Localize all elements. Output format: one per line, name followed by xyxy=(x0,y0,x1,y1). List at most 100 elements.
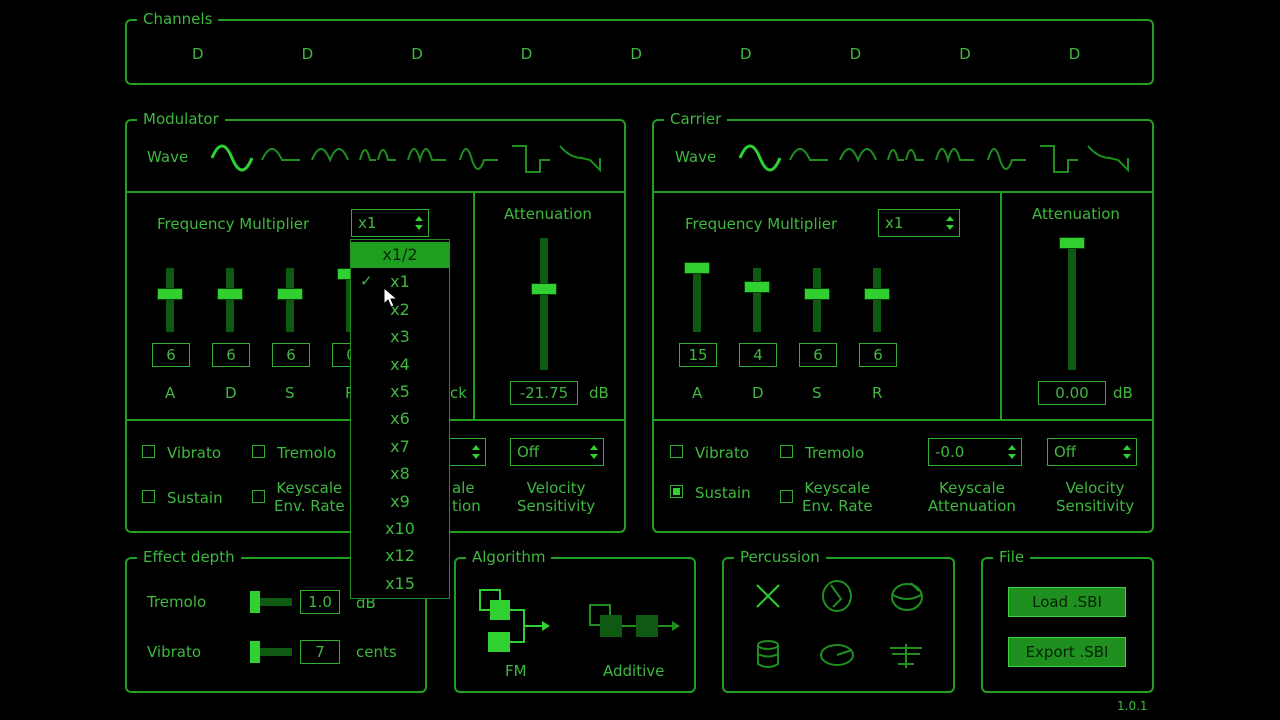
dropdown-option[interactable]: x7 xyxy=(351,434,449,460)
carrier-adsr-value[interactable]: 6 xyxy=(859,343,897,367)
channel-item[interactable]: D xyxy=(959,45,971,63)
carrier-adsr-label: S xyxy=(812,384,822,402)
modulator-adsr-track[interactable] xyxy=(226,268,234,332)
carrier-adsr-track[interactable] xyxy=(753,268,761,332)
mod-atten-unit: dB xyxy=(589,384,609,402)
percussion-off-icon[interactable] xyxy=(753,581,783,611)
car-atten-value[interactable]: 0.00 xyxy=(1038,381,1106,405)
dropdown-option[interactable]: x3 xyxy=(351,324,449,350)
car-wave-icons[interactable] xyxy=(738,138,1138,178)
channel-item[interactable]: D xyxy=(521,45,533,63)
updown-arrows-icon xyxy=(415,216,423,230)
square-wave-icon xyxy=(1040,145,1078,173)
carrier-adsr-slider-thumb[interactable] xyxy=(744,281,770,294)
car-keyscale-rate-checkbox[interactable] xyxy=(780,490,793,503)
load-sbi-button[interactable]: Load .SBI xyxy=(1008,587,1126,617)
mod-velocity-select[interactable]: Off xyxy=(510,438,604,466)
dropdown-option[interactable]: x12 xyxy=(351,543,449,569)
carrier-adsr-track[interactable] xyxy=(693,268,701,332)
carrier-adsr-value[interactable]: 6 xyxy=(799,343,837,367)
export-sbi-button[interactable]: Export .SBI xyxy=(1008,637,1126,667)
carrier-adsr-value[interactable]: 15 xyxy=(679,343,717,367)
dropdown-option[interactable]: x10 xyxy=(351,516,449,542)
effect-vibrato-value[interactable]: 7 xyxy=(300,640,340,664)
dropdown-option[interactable]: x1/2 xyxy=(351,242,449,268)
carrier-adsr-slider-thumb[interactable] xyxy=(684,262,710,274)
channel-item[interactable]: D xyxy=(1069,45,1081,63)
car-keyscale-atten-value: -0.0 xyxy=(935,443,965,461)
channel-item[interactable]: D xyxy=(850,45,862,63)
carrier-adsr-slider-thumb[interactable] xyxy=(864,287,890,300)
snare-drum-icon[interactable] xyxy=(889,579,925,613)
dropdown-option[interactable]: x2 xyxy=(351,297,449,323)
mod-keyscale-rate-checkbox[interactable] xyxy=(252,490,265,503)
mod-vibrato-checkbox[interactable] xyxy=(142,445,155,458)
dropdown-option[interactable]: x8 xyxy=(351,461,449,487)
percussion-title: Percussion xyxy=(734,548,826,566)
effect-tremolo-value[interactable]: 1.0 xyxy=(300,590,340,614)
bass-drum-icon[interactable] xyxy=(819,579,855,613)
saw-wave-icon xyxy=(1087,145,1129,173)
mod-sustain-label: Sustain xyxy=(167,489,223,507)
modulator-adsr-track[interactable] xyxy=(166,268,174,332)
channel-item[interactable]: D xyxy=(740,45,752,63)
channel-item[interactable]: D xyxy=(411,45,423,63)
effect-tremolo-thumb[interactable] xyxy=(250,591,260,613)
additive-algorithm-icon[interactable] xyxy=(586,603,680,643)
mod-wave-icons[interactable] xyxy=(210,138,610,178)
modulator-adsr-slider-thumb[interactable] xyxy=(217,287,243,300)
carrier-adsr-track[interactable] xyxy=(873,268,881,332)
modulator-adsr-value[interactable]: 6 xyxy=(152,343,190,367)
car-freq-select[interactable]: x1 xyxy=(878,209,960,237)
car-keyscale-atten-select[interactable]: -0.0 xyxy=(928,438,1022,466)
tom-drum-icon[interactable] xyxy=(753,638,783,672)
car-sustain-label: Sustain xyxy=(695,484,751,502)
modulator-adsr-value[interactable]: 6 xyxy=(272,343,310,367)
dropdown-option[interactable]: x5 xyxy=(351,379,449,405)
mod-sustain-checkbox[interactable] xyxy=(142,490,155,503)
updown-arrows-icon xyxy=(946,216,954,230)
effect-vibrato-thumb[interactable] xyxy=(250,641,260,663)
dropdown-option[interactable]: x6 xyxy=(351,406,449,432)
car-vibrato-checkbox[interactable] xyxy=(670,445,683,458)
dropdown-option[interactable]: x9 xyxy=(351,489,449,515)
effect-tremolo-label: Tremolo xyxy=(147,593,207,611)
mod-freq-value: x1 xyxy=(358,214,377,232)
mod-atten-track[interactable] xyxy=(540,238,548,370)
modulator-adsr-slider-thumb[interactable] xyxy=(157,287,183,300)
mod-atten-value[interactable]: -21.75 xyxy=(510,381,578,405)
hihat-icon[interactable] xyxy=(888,640,924,670)
modulator-adsr-slider-thumb[interactable] xyxy=(277,287,303,300)
fm-algorithm-icon[interactable] xyxy=(476,588,556,658)
carrier-adsr-track[interactable] xyxy=(813,268,821,332)
fm-label: FM xyxy=(505,662,527,680)
car-tremolo-checkbox[interactable] xyxy=(780,445,793,458)
half-sine-wave-icon xyxy=(789,148,828,161)
mod-tremolo-label: Tremolo xyxy=(277,444,337,462)
mod-atten-slider-thumb[interactable] xyxy=(531,283,557,296)
abs-sine-wave-icon xyxy=(839,148,877,163)
channel-item[interactable]: D xyxy=(630,45,642,63)
channel-item[interactable]: D xyxy=(192,45,204,63)
car-sustain-checkbox[interactable] xyxy=(670,485,683,498)
channel-item[interactable]: D xyxy=(302,45,314,63)
car-velocity-label: Velocity Sensitivity xyxy=(1056,479,1135,515)
divider xyxy=(654,191,1152,193)
modulator-adsr-value[interactable]: 6 xyxy=(212,343,250,367)
car-velocity-select[interactable]: Off xyxy=(1047,438,1137,466)
mod-velocity-label: Velocity Sensitivity xyxy=(517,479,596,515)
dropdown-option[interactable]: x4 xyxy=(351,352,449,378)
mod-tremolo-checkbox[interactable] xyxy=(252,445,265,458)
dropdown-option[interactable]: x15 xyxy=(351,571,449,597)
car-atten-slider-thumb[interactable] xyxy=(1059,237,1085,249)
cymbal-icon[interactable] xyxy=(818,640,856,670)
carrier-adsr-slider-thumb[interactable] xyxy=(804,287,830,300)
divider xyxy=(654,419,1152,421)
mod-wave-label: Wave xyxy=(147,148,189,166)
updown-arrows-icon xyxy=(1123,445,1131,459)
modulator-adsr-track[interactable] xyxy=(286,268,294,332)
car-atten-track[interactable] xyxy=(1068,238,1076,370)
mod-freq-select[interactable]: x1 xyxy=(351,209,429,237)
additive-label: Additive xyxy=(603,662,665,680)
carrier-adsr-value[interactable]: 4 xyxy=(739,343,777,367)
